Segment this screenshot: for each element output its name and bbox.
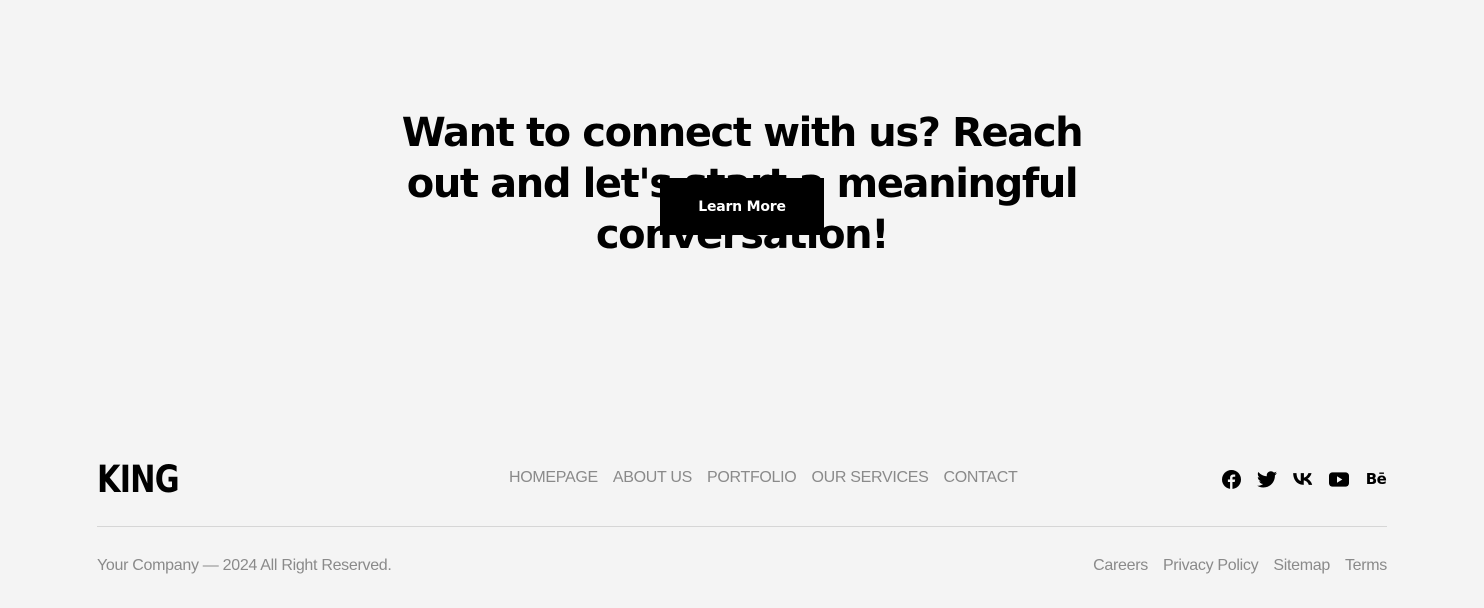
vk-icon[interactable] xyxy=(1293,469,1313,489)
nav-link-homepage[interactable]: HOMEPAGE xyxy=(509,469,598,487)
footer-legal-nav: Careers Privacy Policy Sitemap Terms xyxy=(1093,557,1387,575)
social-links: Bē xyxy=(1221,469,1387,489)
nav-link-our-services[interactable]: OUR SERVICES xyxy=(811,469,928,487)
legal-link-terms[interactable]: Terms xyxy=(1345,557,1387,575)
footer-main-nav: HOMEPAGE ABOUT US PORTFOLIO OUR SERVICES… xyxy=(509,469,1018,487)
page: Want to connect with us? Reach out and l… xyxy=(0,0,1484,608)
legal-link-careers[interactable]: Careers xyxy=(1093,557,1148,575)
legal-link-sitemap[interactable]: Sitemap xyxy=(1273,557,1330,575)
legal-link-privacy-policy[interactable]: Privacy Policy xyxy=(1163,557,1259,575)
nav-link-portfolio[interactable]: PORTFOLIO xyxy=(707,469,797,487)
footer-top: KING HOMEPAGE ABOUT US PORTFOLIO OUR SER… xyxy=(97,459,1387,499)
logo[interactable]: KING xyxy=(97,461,180,498)
footer-divider xyxy=(97,526,1387,527)
facebook-icon[interactable] xyxy=(1221,469,1241,489)
footer-bottom: Your Company — 2024 All Right Reserved. … xyxy=(97,557,1387,579)
twitter-icon[interactable] xyxy=(1257,469,1277,489)
behance-icon[interactable]: Bē xyxy=(1365,469,1387,489)
copyright-text: Your Company — 2024 All Right Reserved. xyxy=(97,557,392,574)
youtube-icon[interactable] xyxy=(1329,469,1349,489)
nav-link-about-us[interactable]: ABOUT US xyxy=(613,469,692,487)
learn-more-button[interactable]: Learn More xyxy=(660,178,824,235)
nav-link-contact[interactable]: CONTACT xyxy=(943,469,1017,487)
